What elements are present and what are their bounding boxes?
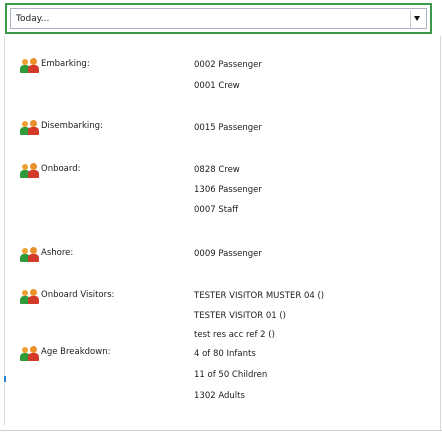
ashore-value: 0009 Passenger [194, 249, 262, 259]
embarking-value: 0001 Crew [194, 81, 240, 91]
bottom-divider [0, 430, 442, 431]
visitor-value: TESTER VISITOR 01 () [194, 311, 286, 321]
onboard-value: 0828 Crew [194, 165, 240, 175]
date-filter-value: Today... [16, 14, 50, 24]
dropdown-button[interactable] [410, 11, 424, 28]
summary-panel: Today... Embarking: 0002 Passenger 0001 … [0, 0, 442, 438]
onboard-value: 1306 Passenger [194, 185, 262, 195]
section-label: Onboard Visitors: [41, 290, 115, 300]
people-group-icon [20, 289, 40, 305]
visitor-value: test res acc ref 2 () [194, 330, 275, 340]
right-divider [440, 36, 441, 431]
section-label: Disembarking: [41, 121, 103, 131]
date-filter-dropdown[interactable]: Today... [5, 3, 432, 34]
people-group-icon [20, 120, 40, 136]
section-label: Age Breakdown: [41, 347, 111, 357]
onboard-value: 0007 Staff [194, 205, 239, 215]
people-group-icon [20, 58, 40, 74]
age-breakdown-value: 4 of 80 Infants [194, 349, 256, 359]
people-group-icon [20, 163, 40, 179]
age-breakdown-value: 1302 Adults [194, 391, 245, 401]
visitor-value: TESTER VISITOR MUSTER 04 () [194, 291, 325, 301]
disembarking-value: 0015 Passenger [194, 123, 262, 133]
section-label: Ashore: [41, 248, 74, 258]
people-group-icon [20, 346, 40, 362]
scroll-marker [4, 376, 6, 382]
date-filter-field[interactable]: Today... [10, 8, 427, 29]
section-label: Onboard: [41, 164, 81, 174]
chevron-down-icon [414, 16, 420, 21]
section-label: Embarking: [41, 59, 90, 69]
age-breakdown-value: 11 of 50 Children [194, 370, 268, 380]
embarking-value: 0002 Passenger [194, 60, 262, 70]
people-group-icon [20, 247, 40, 263]
left-divider [4, 36, 5, 426]
